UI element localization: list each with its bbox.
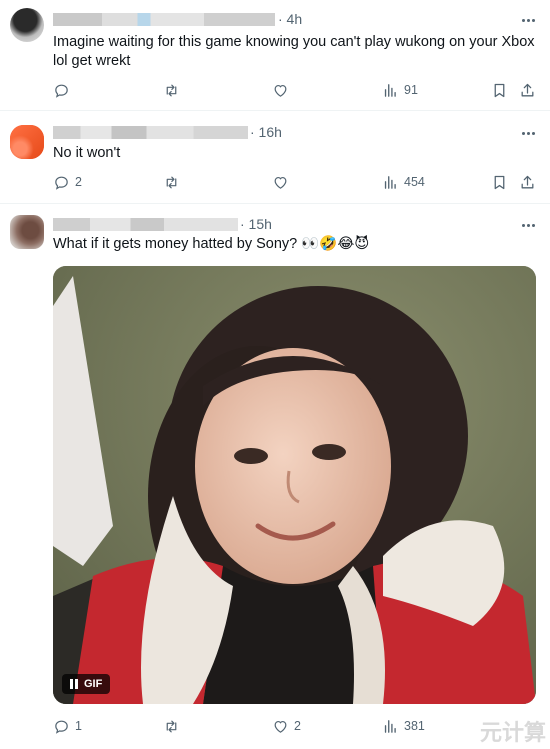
tweet-text: No it won't [53,145,121,161]
views-icon [384,83,396,97]
tweet-time[interactable]: · 4h [278,11,302,27]
tweet-text: Imagine waiting for this game knowing yo… [53,34,535,69]
reply-count: 1 [75,719,82,733]
views-count: 381 [404,719,425,733]
gif-media[interactable] [53,266,536,704]
avatar[interactable] [10,125,44,159]
reply-button[interactable]: 1 [53,716,82,736]
reply-icon [55,176,68,190]
tweet-text: What if it gets money hatted by Sony? 👀🤣… [53,236,370,252]
retweet-icon [166,720,177,732]
more-icon[interactable] [518,217,538,233]
views-count: 91 [404,83,418,97]
tweet-actions: 1 2 381 [0,716,550,736]
bookmark-icon [494,83,505,97]
views-button[interactable]: 91 [382,80,418,100]
pause-icon[interactable] [70,679,78,689]
share-icon [521,175,534,188]
share-button[interactable] [519,172,536,192]
retweet-icon [166,84,177,96]
bookmark-button[interactable] [491,172,508,192]
heart-icon [274,176,287,189]
views-icon [384,175,396,189]
tweet-2[interactable]: · 16h No it won't 2 454 [0,111,550,203]
bookmark-button[interactable] [491,80,508,100]
reply-button[interactable]: 2 [53,172,82,192]
retweet-icon [166,176,177,188]
author-name-redacted[interactable] [53,13,275,26]
retweet-button[interactable] [163,172,185,192]
like-button[interactable] [272,80,294,100]
avatar[interactable] [10,215,44,249]
tweet-time[interactable]: · 16h [250,124,282,140]
tweet-1[interactable]: · 4h Imagine waiting for this game knowi… [0,0,550,110]
share-icon [521,83,534,96]
more-icon[interactable] [518,12,538,28]
reply-button[interactable] [53,80,75,100]
gif-image [53,266,536,704]
reply-icon [55,84,68,98]
heart-icon [274,720,287,733]
avatar[interactable] [10,8,44,42]
like-button[interactable] [272,172,294,192]
views-count: 454 [404,175,425,189]
author-name-redacted[interactable] [53,218,238,231]
like-count: 2 [294,719,301,733]
views-button[interactable]: 454 [382,172,425,192]
author-name-redacted[interactable] [53,126,248,139]
like-button[interactable]: 2 [272,716,301,736]
reply-icon [55,720,68,734]
share-button[interactable] [519,80,536,100]
bookmark-icon [494,175,505,189]
tweet-actions: 91 [0,80,550,100]
reply-count: 2 [75,175,82,189]
retweet-button[interactable] [163,716,185,736]
views-button[interactable]: 381 [382,716,425,736]
gif-badge[interactable]: GIF [62,674,111,694]
tweet-time[interactable]: · 15h [240,216,272,232]
heart-icon [274,84,287,97]
retweet-button[interactable] [163,80,185,100]
watermark: 元计算 [480,721,547,746]
more-icon[interactable] [518,125,538,141]
gif-label: GIF [84,678,103,690]
views-icon [384,719,396,733]
tweet-actions: 2 454 [0,172,550,192]
